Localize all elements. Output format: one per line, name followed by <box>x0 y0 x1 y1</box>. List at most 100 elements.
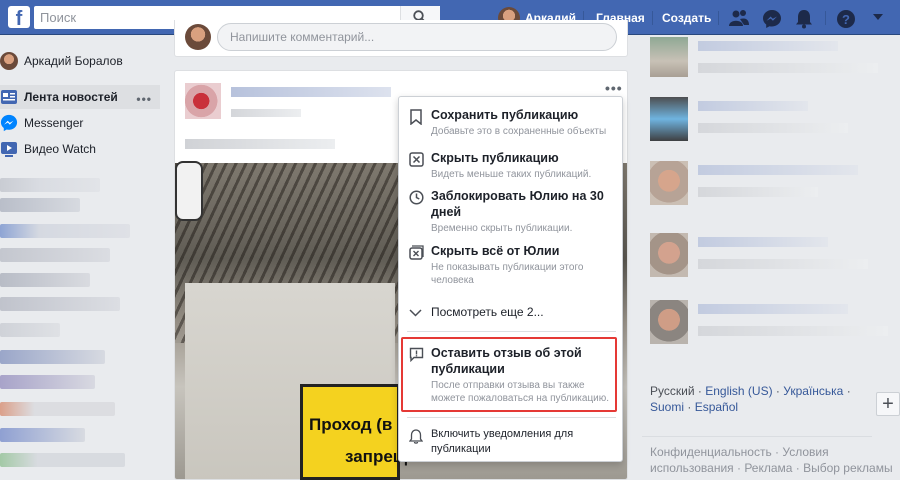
blurred-contact-name <box>698 165 858 175</box>
blurred-contact-avatar <box>650 37 688 77</box>
menu-item-hide[interactable]: Скрыть публикацию Видеть меньше таких пу… <box>399 150 624 182</box>
sidebar-more-button[interactable]: ••• <box>136 92 152 106</box>
blurred-timestamp <box>231 109 301 117</box>
sidebar-item-messenger[interactable]: Messenger <box>0 111 83 135</box>
menu-item-title: Скрыть всё от Юлии <box>431 244 560 258</box>
blurred-shortcut <box>0 198 80 212</box>
avatar <box>185 24 211 50</box>
blurred-shortcut <box>0 375 95 389</box>
menu-item-snooze[interactable]: Заблокировать Юлию на 30 дней Временно с… <box>399 188 624 234</box>
menu-item-subtitle: Добавьте это в сохраненные объекты <box>431 126 607 137</box>
language-link-spanish[interactable]: Español <box>695 400 738 414</box>
menu-divider <box>407 331 616 332</box>
blurred-shortcut <box>0 248 110 262</box>
language-link-ukrainian[interactable]: Українська <box>783 384 843 398</box>
friends-icon[interactable] <box>729 9 749 27</box>
menu-item-unfollow[interactable]: Скрыть всё от Юлии Не показывать публика… <box>399 243 624 287</box>
blurred-contact-text <box>698 123 848 133</box>
language-separator: · <box>687 400 692 414</box>
photo-sign-edge <box>175 161 203 221</box>
photo-warning-sign: Проход (в запрещен <box>300 384 427 480</box>
menu-item-subtitle: Видеть меньше таких публикаций. <box>431 169 592 180</box>
facebook-logo[interactable]: f <box>8 6 30 28</box>
menu-item-notifications[interactable]: Включить уведомления для публикации <box>399 427 624 457</box>
add-language-button[interactable]: + <box>876 392 900 416</box>
blurred-shortcut <box>0 273 90 287</box>
footer-divider <box>642 436 872 437</box>
chevron-down-icon <box>409 309 422 317</box>
notifications-icon[interactable] <box>795 9 813 29</box>
language-current: Русский <box>650 384 695 398</box>
sidebar-item-news-feed[interactable]: Лента новостей ••• <box>0 85 160 109</box>
create-link[interactable]: Создать <box>662 11 711 25</box>
blurred-author-name <box>231 87 391 97</box>
sidebar-profile-name: Аркадий Боралов <box>24 54 123 68</box>
avatar <box>0 52 18 70</box>
language-selector: Русский · English (US) · Українська · Su… <box>642 383 872 415</box>
post-options-button[interactable]: ••• <box>605 80 623 96</box>
footer-line[interactable]: Конфиденциальность · Условия <box>650 444 895 460</box>
blurred-contact-avatar <box>650 97 688 141</box>
nav-divider <box>652 11 653 25</box>
blurred-contact-text <box>698 63 878 73</box>
blurred-contact-name <box>698 101 808 111</box>
blurred-shortcut <box>0 453 125 467</box>
hide-icon <box>409 152 424 167</box>
bell-icon <box>409 429 423 444</box>
menu-item-subtitle: Не показывать публикации этого человека <box>431 262 584 286</box>
dropdown-icon[interactable] <box>872 13 884 21</box>
blurred-post-text <box>185 139 335 149</box>
menu-item-save[interactable]: Сохранить публикацию Добавьте это в сохр… <box>399 107 624 143</box>
blurred-shortcut <box>0 428 85 442</box>
blurred-contact-name <box>698 237 828 247</box>
highlight-box <box>401 337 617 412</box>
language-link-english[interactable]: English (US) <box>705 384 772 398</box>
blurred-contact-name <box>698 41 838 51</box>
clock-icon <box>409 190 424 205</box>
help-icon[interactable]: ? <box>836 9 856 29</box>
blurred-contact-text <box>698 259 868 269</box>
blurred-shortcut <box>0 224 130 238</box>
messenger-icon[interactable] <box>762 9 782 29</box>
blurred-shortcut <box>0 297 120 311</box>
menu-item-title: Сохранить публикацию <box>431 108 579 122</box>
news-feed-icon <box>1 90 17 104</box>
blurred-shortcut <box>0 402 115 416</box>
sidebar-item-profile[interactable]: Аркадий Боралов <box>0 49 123 73</box>
blurred-contact-text <box>698 187 818 197</box>
sidebar-item-watch[interactable]: Видео Watch <box>0 137 96 161</box>
menu-item-see-more[interactable]: Посмотреть еще 2... <box>399 305 624 323</box>
language-separator: · <box>697 384 702 398</box>
left-sidebar: Аркадий Боралов Лента новостей ••• Messe… <box>0 35 165 480</box>
language-separator: · <box>846 384 851 398</box>
blurred-shortcut <box>0 350 105 364</box>
menu-item-subtitle: Временно скрыть публикации. <box>431 223 573 234</box>
footer-line[interactable]: использования · Реклама · Выбор рекламы <box>650 460 895 476</box>
menu-divider <box>407 417 616 418</box>
sidebar-item-label: Messenger <box>24 116 84 130</box>
sign-text-line1: Проход (в <box>309 415 393 434</box>
bookmark-icon <box>410 109 422 125</box>
blurred-shortcut <box>0 178 100 192</box>
blurred-contact-text <box>698 326 888 336</box>
comment-composer: Напишите комментарий... <box>174 20 628 57</box>
menu-item-title: Скрыть публикацию <box>431 151 559 165</box>
blurred-contact-avatar <box>650 233 688 277</box>
nav-divider <box>718 11 719 25</box>
messenger-icon <box>0 114 18 132</box>
footer-links: Конфиденциальность · Условия использован… <box>650 444 895 476</box>
nav-divider <box>825 11 826 25</box>
menu-item-title: Посмотреть еще 2... <box>431 305 544 319</box>
svg-text:?: ? <box>842 12 850 27</box>
blurred-contact-avatar <box>650 300 688 344</box>
menu-item-title: Включить уведомления для публикации <box>431 428 574 455</box>
language-link-finnish[interactable]: Suomi <box>650 400 684 414</box>
comment-input[interactable]: Напишите комментарий... <box>217 23 617 51</box>
sidebar-item-label: Лента новостей <box>24 90 118 104</box>
sidebar-item-label: Видео Watch <box>24 142 96 156</box>
blurred-shortcut <box>0 323 60 337</box>
menu-item-title: Заблокировать Юлию на 30 дней <box>431 189 604 219</box>
watch-icon <box>1 142 17 157</box>
post-author-avatar[interactable] <box>185 83 221 119</box>
hide-all-icon <box>409 245 424 260</box>
